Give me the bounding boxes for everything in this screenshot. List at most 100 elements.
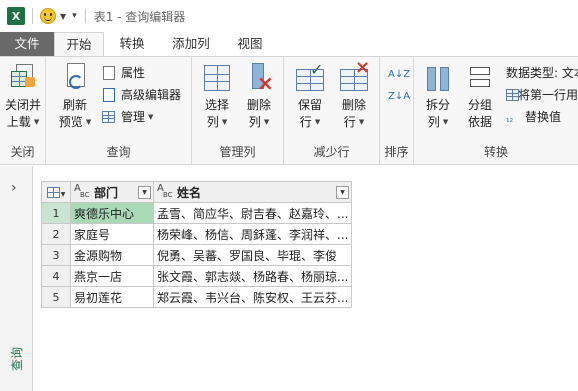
split-column-line1: 拆分 (425, 98, 450, 112)
remove-columns-button[interactable]: × 删除 列 ▼ (238, 61, 280, 131)
cell-department[interactable]: 易初莲花 (70, 286, 154, 308)
feedback-dropdown-icon[interactable]: ▼ (60, 12, 66, 21)
remove-rows-line1: 删除 (341, 98, 366, 112)
group-label-transform: 转换 (483, 145, 508, 159)
group-by-button[interactable]: 分组 依据 (460, 61, 500, 131)
ribbon-group-manage-columns: 选择 列 ▼ × 删除 列 ▼ 管理列 (192, 57, 284, 164)
remove-columns-dropdown-icon: ▼ (263, 118, 270, 126)
sort-ascending-icon[interactable]: A↓Z (388, 65, 410, 85)
column-filter-dropdown-icon[interactable]: ▼ (336, 185, 349, 199)
cell-names[interactable]: 孟雪、简应华、尉吉春、赵嘉玲、... (153, 202, 352, 224)
use-first-row-as-headers-button[interactable]: 将第一行用 (506, 85, 578, 105)
table-row: 3 金源购物 倪勇、吴蕃、罗国良、毕琨、李俊 (41, 244, 352, 266)
tab-view[interactable]: 视图 (226, 32, 274, 56)
cell-department[interactable]: 家庭号 (70, 223, 154, 245)
properties-button[interactable]: 属性 (102, 63, 145, 83)
advanced-editor-label: 高级编辑器 (121, 88, 182, 102)
excel-logo-icon[interactable]: X (7, 7, 25, 25)
data-type-dropdown[interactable]: 数据类型: 文本 (506, 63, 578, 83)
cell-names[interactable]: 郑云霞、韦兴台、陈安权、王云芬... (153, 286, 352, 308)
cell-department[interactable]: 爽德乐中心 (70, 202, 154, 224)
keep-rows-icon: ✓ (294, 61, 326, 95)
remove-columns-icon: × (243, 61, 275, 95)
ribbon: 关闭并 上载 ▼ 关闭 刷新 预览 ▼ 属性 高级编辑器 管理 ▼ 查询 选择 … (0, 56, 578, 165)
group-label-close: 关闭 (10, 145, 35, 159)
split-column-button[interactable]: 拆分 列 ▼ (418, 61, 458, 131)
tab-transform[interactable]: 转换 (108, 32, 156, 56)
row-number[interactable]: 2 (41, 223, 71, 245)
text-type-icon[interactable]: A BC (74, 184, 90, 200)
replace-values-icon: ₁₂ (506, 115, 514, 125)
quick-access-customize-icon[interactable]: ▾ (72, 11, 77, 21)
data-preview-table: ▼ A BC 部门 ▼ A BC 姓名 ▼ 1 爽德乐中心 孟雪、简应华、尉吉春… (41, 181, 352, 308)
remove-columns-line2: 列 (248, 115, 261, 129)
refresh-icon (59, 61, 91, 95)
close-and-load-button[interactable]: 关闭并 上载 ▼ (2, 61, 44, 131)
sort-descending-icon[interactable]: Z↓A (388, 87, 410, 107)
table-row: 1 爽德乐中心 孟雪、简应华、尉吉春、赵嘉玲、... (41, 202, 352, 224)
properties-icon (102, 66, 116, 80)
title-separator (32, 8, 33, 24)
cell-names[interactable]: 倪勇、吴蕃、罗国良、毕琨、李俊 (153, 244, 352, 266)
refresh-preview-line1: 刷新 (62, 98, 87, 112)
table-menu-icon[interactable]: ▼ (41, 181, 71, 203)
refresh-preview-line2: 预览 (58, 115, 83, 129)
query-navigation-pane: › 查询 (0, 166, 33, 391)
advanced-editor-button[interactable]: 高级编辑器 (102, 85, 181, 105)
choose-columns-button[interactable]: 选择 列 ▼ (196, 61, 238, 131)
properties-label: 属性 (121, 66, 146, 80)
keep-rows-dropdown-icon: ▼ (314, 118, 321, 126)
ribbon-group-sort: A↓Z Z↓A 排序 (380, 57, 414, 164)
window-title-separator: - (113, 9, 126, 24)
split-column-line2: 列 (427, 115, 440, 129)
smiley-feedback-icon[interactable] (40, 8, 56, 24)
tab-add-column[interactable]: 添加列 (164, 32, 218, 56)
replace-values-button[interactable]: ₁₂ 替换值 (506, 107, 561, 127)
group-by-line2: 依据 (467, 115, 492, 129)
table-row: 2 家庭号 杨荣峰、杨信、周鉌蓬、李润祥、... (41, 223, 352, 245)
keep-rows-line1: 保留 (297, 98, 322, 112)
manage-label: 管理 (121, 110, 146, 124)
row-number[interactable]: 3 (41, 244, 71, 266)
ribbon-group-transform: 拆分 列 ▼ 分组 依据 数据类型: 文本 将第一行用 ₁₂ 替换值 转换 (414, 57, 578, 164)
keep-rows-line2: 行 (299, 115, 312, 129)
remove-columns-line1: 删除 (246, 98, 271, 112)
window-title-app: 查询编辑器 (125, 9, 186, 24)
manage-button[interactable]: 管理 ▼ (102, 107, 153, 127)
data-type-label: 数据类型: 文本 (506, 66, 578, 80)
remove-rows-line2: 行 (343, 115, 356, 129)
cell-department[interactable]: 金源购物 (70, 244, 154, 266)
expand-pane-chevron-icon[interactable]: › (11, 180, 17, 196)
remove-rows-icon: × (338, 59, 370, 95)
row-number[interactable]: 5 (41, 286, 71, 308)
column-name-name: 姓名 (177, 185, 202, 200)
row-number[interactable]: 4 (41, 265, 71, 287)
group-by-line1: 分组 (467, 98, 492, 112)
cell-department[interactable]: 燕京一店 (70, 265, 154, 287)
remove-rows-button[interactable]: × 删除 行 ▼ (332, 59, 376, 131)
close-and-load-dropdown-icon: ▼ (33, 118, 40, 126)
manage-icon (102, 110, 116, 124)
tab-home[interactable]: 开始 (54, 32, 104, 57)
column-header-department[interactable]: A BC 部门 ▼ (70, 181, 154, 203)
tab-file[interactable]: 文件 (0, 32, 54, 56)
text-type-icon[interactable]: A BC (157, 184, 173, 200)
row-number[interactable]: 1 (41, 202, 71, 224)
split-column-dropdown-icon: ▼ (442, 118, 449, 126)
column-header-name[interactable]: A BC 姓名 ▼ (153, 181, 352, 203)
column-filter-dropdown-icon[interactable]: ▼ (138, 185, 151, 199)
cell-names[interactable]: 张文霞、郭志燚、杨路春、杨丽琼... (153, 265, 352, 287)
table-row: 4 燕京一店 张文霞、郭志燚、杨路春、杨丽琼... (41, 265, 352, 287)
refresh-preview-button[interactable]: 刷新 预览 ▼ (54, 61, 96, 131)
query-pane-label[interactable]: 查询 (8, 347, 25, 371)
column-name-department: 部门 (94, 185, 119, 200)
first-row-header-icon (506, 88, 519, 102)
choose-columns-icon (201, 61, 233, 95)
close-and-load-icon (7, 61, 39, 95)
cell-names[interactable]: 杨荣峰、杨信、周鉌蓬、李润祥、... (153, 223, 352, 245)
ribbon-group-query: 刷新 预览 ▼ 属性 高级编辑器 管理 ▼ 查询 (46, 57, 192, 164)
manage-dropdown-icon: ▼ (148, 113, 154, 121)
replace-values-label: 替换值 (525, 110, 562, 124)
title-separator-2 (84, 9, 86, 23)
keep-rows-button[interactable]: ✓ 保留 行 ▼ (288, 61, 332, 131)
